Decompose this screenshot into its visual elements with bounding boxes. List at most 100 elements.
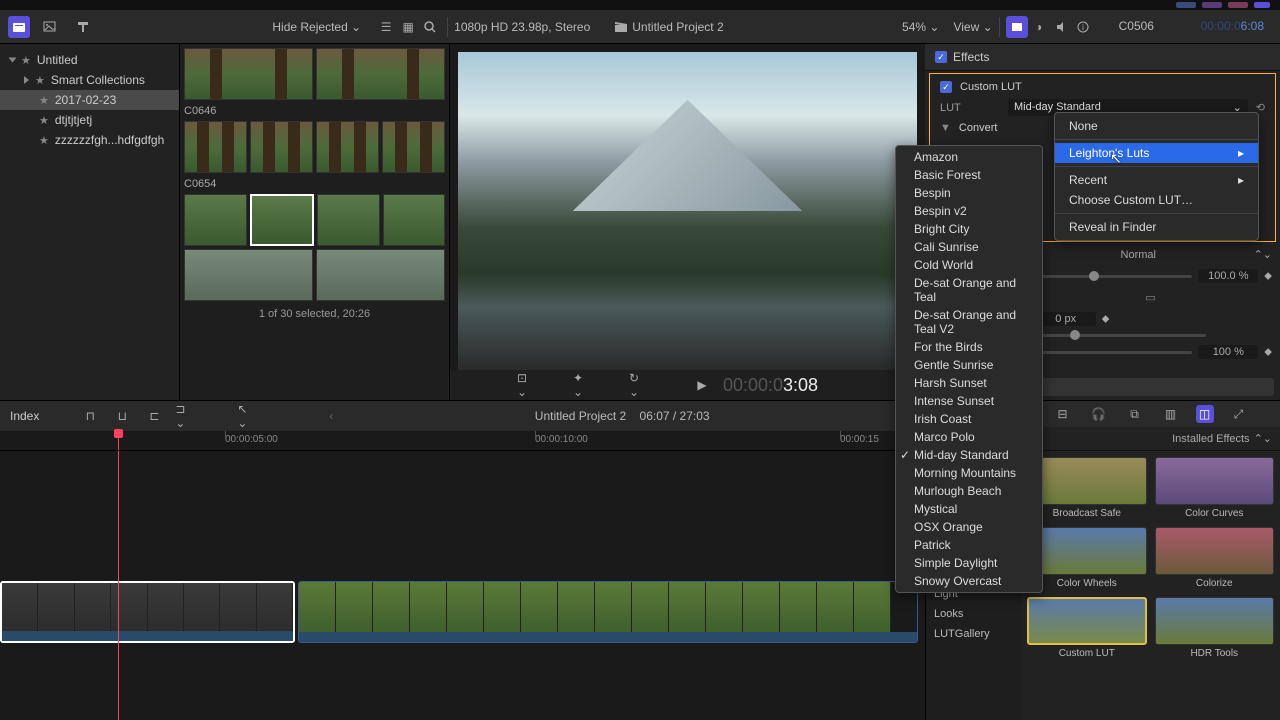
installed-effects-label[interactable]: Installed Effects [1172,433,1249,445]
sidebar-item[interactable]: ★2017-02-23 [0,90,179,110]
customlut-checkbox[interactable]: ✓ [940,81,952,93]
clip-thumb[interactable] [316,249,445,301]
sidebar-item[interactable]: ★Smart Collections [0,70,179,90]
ruler-tick: 00:00:15 [840,434,879,445]
clip-thumb[interactable] [317,194,380,246]
arrow-tool-icon[interactable]: ↖ ⌄ [237,405,259,427]
menu-choose[interactable]: Choose Custom LUT… [1055,190,1258,210]
fx-close-icon[interactable]: ⤢ [1228,403,1250,425]
lut-option[interactable]: Bespin v2 [896,202,1042,220]
timeline-clip[interactable]: C0506 [0,581,295,643]
lut-option[interactable]: Murlough Beach [896,482,1042,500]
enhance-icon[interactable]: ✦ ⌄ [573,374,595,396]
lut-option[interactable]: OSX Orange [896,518,1042,536]
effect-item[interactable]: Colorize [1155,527,1275,589]
clip-thumb[interactable] [184,121,247,173]
color-inspector-icon[interactable]: ◑ [1028,16,1050,38]
lut-option[interactable]: Gentle Sunrise [896,356,1042,374]
playhead-line[interactable] [118,451,119,720]
lut-option[interactable]: Bright City [896,220,1042,238]
timeline-clip[interactable]: C0654 [298,581,918,643]
video-inspector-icon[interactable] [1006,16,1028,38]
lut-option[interactable]: Morning Mountains [896,464,1042,482]
clip-thumb[interactable] [316,48,445,100]
clip-thumb[interactable] [250,121,313,173]
lut-option[interactable]: Amazon [896,148,1042,166]
overwrite-clip-icon[interactable]: ⊐ ⌄ [175,405,197,427]
y-value[interactable]: 0 px [1036,312,1096,326]
effect-item[interactable]: Color Curves [1155,457,1275,519]
append-clip-icon[interactable]: ⊏ [143,405,165,427]
photos-icon[interactable] [40,16,62,38]
search-icon[interactable] [419,16,441,38]
lut-option[interactable]: Intense Sunset [896,392,1042,410]
grid-icon[interactable]: ▦ [397,16,419,38]
lut-option[interactable]: Irish Coast [896,410,1042,428]
clip-thumb[interactable] [316,121,379,173]
timeline-ruler[interactable]: 00:00:05:0000:00:10:0000:00:15 [0,431,925,451]
viewer-controls: ⊡ ⌄ ✦ ⌄ ↻ ⌄ ▶ 00:00:03:08 [450,370,925,400]
opacity-value[interactable]: 100.0 % [1198,269,1258,283]
view-menu[interactable]: View ⌄ [953,20,992,34]
fx-effects-icon[interactable]: ◫ [1196,405,1214,423]
effects-checkbox[interactable]: ✓ [935,51,947,63]
sidebar-item[interactable]: ★Untitled [0,50,179,70]
menu-none[interactable]: None [1055,116,1258,136]
effect-item[interactable]: Custom LUT [1027,597,1147,659]
retime-icon[interactable]: ↻ ⌄ [629,374,651,396]
lut-option[interactable]: Mystical [896,500,1042,518]
titles-icon[interactable] [72,16,94,38]
library-icon[interactable] [8,16,30,38]
lut-option[interactable]: Patrick [896,536,1042,554]
crop-icon[interactable]: ⊡ ⌄ [517,374,539,396]
hide-rejected[interactable]: Hide Rejected ⌄ [272,20,361,34]
zoom[interactable]: 54% ⌄ [902,20,939,34]
lut-option[interactable]: Marco Polo [896,428,1042,446]
clip-appearance-icon[interactable]: ☰ [375,16,397,38]
lut-option[interactable]: De-sat Orange and Teal [896,274,1042,306]
menu-leightons-luts[interactable]: Leighton's Luts▸ [1055,143,1258,163]
lut-option[interactable]: Bespin [896,184,1042,202]
clip-thumb[interactable] [250,194,315,246]
clip-thumb[interactable] [184,249,313,301]
fx-generator-icon[interactable]: ▥ [1160,403,1182,425]
scale-value[interactable]: 100 % [1198,345,1258,359]
fx-transition-icon[interactable]: ⧉ [1124,403,1146,425]
audio-inspector-icon[interactable] [1050,16,1072,38]
clip-thumb[interactable] [382,121,445,173]
blend-mode[interactable]: Normal [1029,249,1248,261]
lut-option[interactable]: Mid-day Standard [896,446,1042,464]
lut-option[interactable]: Simple Daylight [896,554,1042,572]
convert-label[interactable]: Convert [959,122,998,134]
playhead[interactable] [118,431,119,450]
timeline-body[interactable]: C0506C0654 [0,451,925,720]
category-item[interactable]: Looks [926,604,1021,624]
sidebar-item[interactable]: ★dtjtjtjetj [0,110,179,130]
lut-option[interactable]: Snowy Overcast [896,572,1042,590]
lut-option[interactable]: Cali Sunrise [896,238,1042,256]
index-button[interactable]: Index [10,409,39,423]
effect-item[interactable]: Broadcast Safe [1027,457,1147,519]
category-item[interactable]: LUTGallery [926,624,1021,644]
insert-clip-icon[interactable]: ⊔ [111,405,133,427]
viewer-canvas[interactable] [458,52,917,370]
lut-option[interactable]: Harsh Sunset [896,374,1042,392]
clip-thumb[interactable] [184,48,313,100]
top-strip [0,0,1280,10]
lut-option[interactable]: Cold World [896,256,1042,274]
lut-option[interactable]: De-sat Orange and Teal V2 [896,306,1042,338]
lut-option[interactable]: For the Birds [896,338,1042,356]
effects-header[interactable]: ✓ Effects [925,44,1280,71]
effect-item[interactable]: Color Wheels [1027,527,1147,589]
fx-audio-icon[interactable]: 🎧 [1088,403,1110,425]
connect-clip-icon[interactable]: ⊓ [79,405,101,427]
play-icon[interactable]: ▶ [691,374,713,396]
lut-option[interactable]: Basic Forest [896,166,1042,184]
menu-recent[interactable]: Recent▸ [1055,170,1258,190]
fx-slider-icon[interactable]: ⊟ [1052,403,1074,425]
clip-thumb[interactable] [383,194,446,246]
sidebar-item[interactable]: ★zzzzzzfgh...hdfgdfgh [0,130,179,150]
menu-reveal[interactable]: Reveal in Finder [1055,217,1258,237]
clip-thumb[interactable] [184,194,247,246]
effect-item[interactable]: HDR Tools [1155,597,1275,659]
